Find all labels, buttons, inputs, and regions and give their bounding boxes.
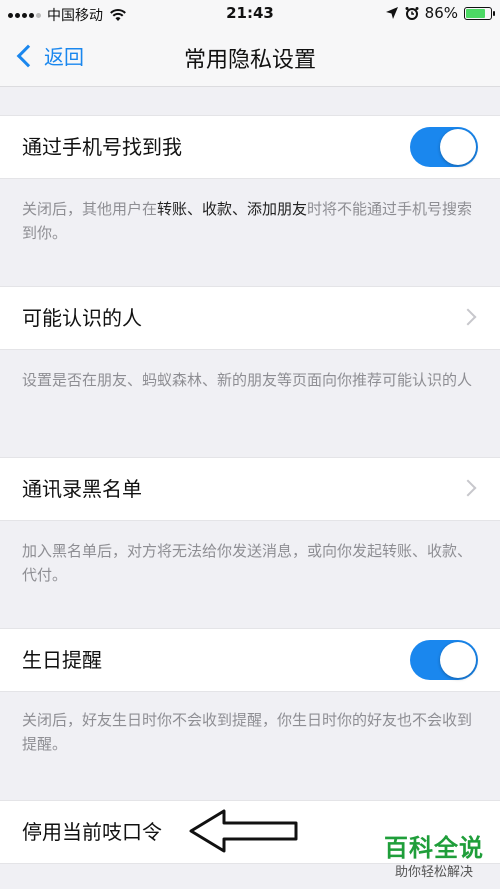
setting-row-people-you-may-know[interactable]: 可能认识的人 — [0, 286, 500, 350]
contacts-blacklist-description: 加入黑名单后，对方将无法给你发送消息，或向你发起转账、收款、代付。 — [22, 542, 473, 584]
location-arrow-icon — [385, 7, 398, 19]
setting-label: 通过手机号找到我 — [22, 135, 182, 159]
page-title: 常用隐私设置 — [183, 48, 316, 73]
desc-highlight: 转账、收款、添加朋友 — [157, 200, 308, 218]
find-by-phone-description: 关闭后，其他用户在转账、收款、添加朋友时将不能通过手机号搜索到你。 — [22, 197, 482, 245]
setting-row-find-by-phone[interactable]: 通过手机号找到我 — [0, 115, 500, 179]
chevron-right-icon — [459, 308, 477, 326]
birthday-reminder-description: 关闭后，好友生日时你不会收到提醒，你生日时你的好友也不会收到提醒。 — [22, 711, 473, 753]
annotation-arrow-icon — [189, 809, 298, 853]
setting-label: 生日提醒 — [22, 648, 102, 672]
chevron-right-icon — [459, 479, 477, 497]
alarm-clock-icon — [405, 7, 419, 20]
watermark-title: 百科全说 — [384, 834, 484, 862]
birthday-reminder-toggle[interactable] — [410, 640, 478, 680]
status-bar: 中国移动 21:43 86% — [0, 0, 500, 28]
battery-fill — [466, 8, 485, 18]
setting-row-contacts-blacklist[interactable]: 通讯录黑名单 — [0, 457, 500, 521]
battery-percent: 86% — [424, 4, 458, 22]
find-by-phone-toggle[interactable] — [410, 127, 478, 167]
toggle-knob — [440, 129, 476, 165]
setting-label: 停用当前吱口令 — [22, 820, 162, 844]
setting-label: 通讯录黑名单 — [22, 477, 142, 501]
watermark-logo: 百科全说 助你轻松解决 — [372, 828, 496, 880]
toggle-knob — [440, 642, 476, 678]
status-right: 86% — [385, 4, 495, 22]
setting-label: 可能认识的人 — [22, 306, 142, 330]
people-you-may-know-description: 设置是否在朋友、蚂蚁森林、新的朋友等页面向你推荐可能认识的人 — [22, 371, 473, 389]
desc-text: 关闭后，其他用户在 — [22, 200, 158, 218]
setting-row-birthday-reminder[interactable]: 生日提醒 — [0, 628, 500, 692]
watermark-subtitle: 助你轻松解决 — [394, 865, 473, 880]
navigation-bar: 返回 常用隐私设置 — [0, 28, 500, 87]
battery-icon — [464, 6, 495, 20]
